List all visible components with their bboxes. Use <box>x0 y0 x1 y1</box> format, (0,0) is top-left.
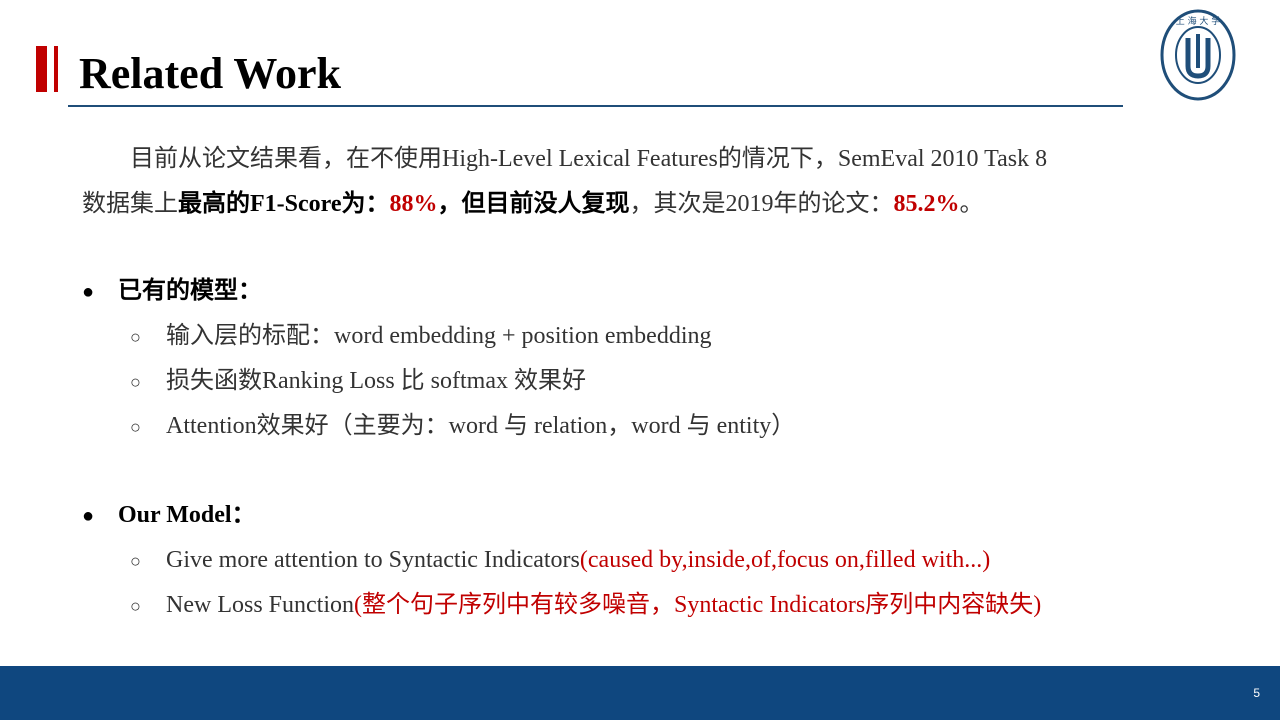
bullet-existing-models: ● 已有的模型： <box>82 278 262 304</box>
score-85: 85.2% <box>893 191 960 217</box>
existing-item: ○ Attention效果好（主要为：word 与 relation，word 与… <box>130 413 796 439</box>
intro-period: 。 <box>959 191 984 217</box>
footer-bar: 5 <box>0 666 1280 720</box>
our-item-text: New Loss Function <box>166 592 354 618</box>
bullet-our-model: ● Our Model： <box>82 502 256 528</box>
our-model-item: ○ New Loss Function(整个句子序列中有较多噪音，Syntacti… <box>130 592 1042 618</box>
score-88: 88% <box>389 191 438 217</box>
existing-item-text: 输入层的标配：word embedding + position embeddi… <box>166 323 712 349</box>
our-item-note: (整个句子序列中有较多噪音，Syntactic Indicators序列中内容缺… <box>354 592 1042 618</box>
our-item-text: Give more attention to Syntactic Indicat… <box>166 547 580 573</box>
title-accent-bar-thin <box>54 46 58 92</box>
intro-line-1: 目前从论文结果看，在不使用High-Level Lexical Features… <box>130 146 1048 172</box>
existing-item: ○ 损失函数Ranking Loss 比 softmax 效果好 <box>130 368 586 394</box>
our-item-note: (caused by,inside,of,focus on,filled wit… <box>579 547 991 573</box>
intro-paragraph: 目前从论文结果看，在不使用High-Level Lexical Features… <box>82 137 1182 227</box>
svg-text:上 海 大 学: 上 海 大 学 <box>1176 15 1221 27</box>
existing-heading: 已有的模型： <box>118 278 262 304</box>
existing-item: ○ 输入层的标配：word embedding + position embedd… <box>130 323 712 349</box>
intro-emphasis: 最高的F1-Score为： <box>178 191 390 217</box>
page-number: 5 <box>1253 686 1260 700</box>
university-logo: 上 海 大 学 <box>1158 8 1238 103</box>
existing-item-text: Attention效果好（主要为：word 与 relation，word 与 … <box>166 413 796 439</box>
intro-text-2: ，其次是2019年的论文： <box>629 191 894 217</box>
our-model-item: ○ Give more attention to Syntactic Indica… <box>130 547 991 573</box>
our-model-heading: Our Model： <box>118 502 256 528</box>
title-accent-bar <box>36 46 47 92</box>
intro-emphasis-2: ，但目前没人复现 <box>437 191 630 217</box>
slide-title: Related Work <box>79 49 341 98</box>
intro-text: 数据集上 <box>82 191 178 217</box>
existing-item-text: 损失函数Ranking Loss 比 softmax 效果好 <box>166 368 586 394</box>
title-divider <box>68 105 1123 107</box>
